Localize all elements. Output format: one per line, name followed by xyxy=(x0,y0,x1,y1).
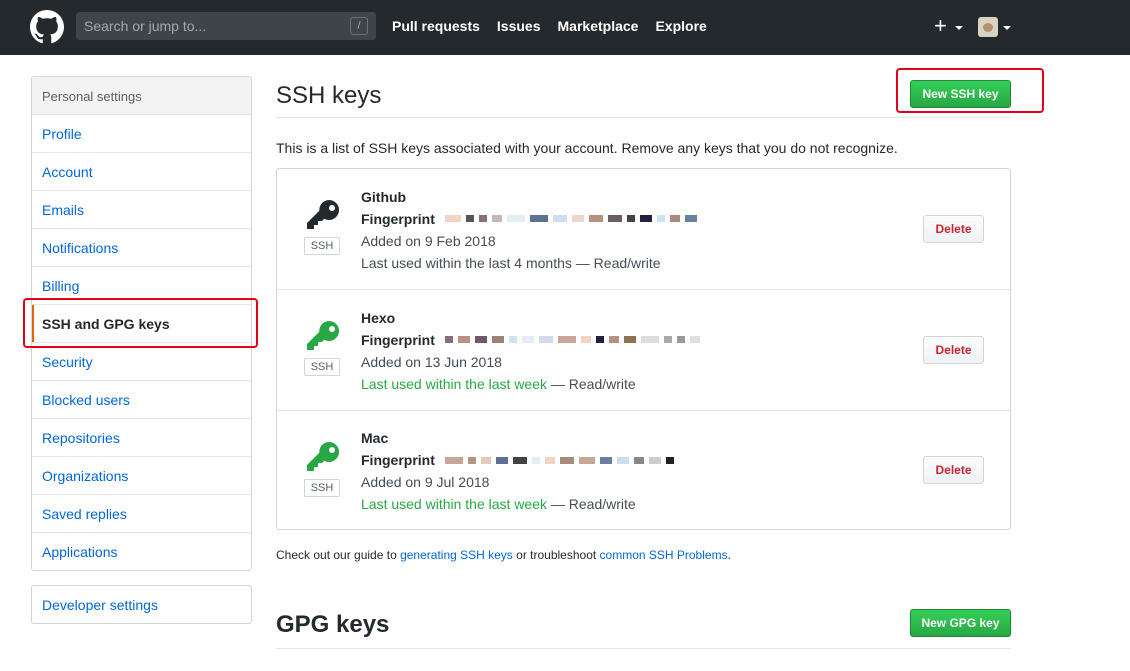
nav-marketplace[interactable]: Marketplace xyxy=(558,18,639,34)
highlight-box-sidebar xyxy=(23,298,258,348)
ssh-intro-text: This is a list of SSH keys associated wi… xyxy=(276,140,898,156)
ssh-badge: SSH xyxy=(304,237,340,255)
key-icon xyxy=(307,441,340,471)
github-logo-icon[interactable] xyxy=(30,10,64,44)
avatar[interactable] xyxy=(978,17,998,37)
key-added-date: Added on 9 Jul 2018 xyxy=(361,474,490,490)
key-icon xyxy=(307,320,340,350)
search-shortcut-badge: / xyxy=(350,17,368,35)
delete-key-button[interactable]: Delete xyxy=(923,215,984,243)
guide-middle: or troubleshoot xyxy=(512,548,600,562)
highlight-box-new-key xyxy=(896,68,1044,113)
ssh-key-row: SSH Hexo Fingerprint Added on 13 Jun 201… xyxy=(277,290,1010,411)
delete-key-button[interactable]: Delete xyxy=(923,456,984,484)
top-header: Search or jump to... / Pull requests Iss… xyxy=(0,0,1130,55)
ssh-badge: SSH xyxy=(304,358,340,376)
sidebar-item-saved-replies[interactable]: Saved replies xyxy=(32,495,251,533)
ssh-badge: SSH xyxy=(304,479,340,497)
ssh-key-list: SSH Github Fingerprint Added on 9 Feb 20… xyxy=(276,168,1011,530)
sidebar-item-developer-settings[interactable]: Developer settings xyxy=(32,586,251,623)
sidebar-item-repositories[interactable]: Repositories xyxy=(32,419,251,457)
sidebar-item-notifications[interactable]: Notifications xyxy=(32,229,251,267)
key-last-used: Last used within the last 4 months — Rea… xyxy=(361,255,661,271)
user-menu-caret-icon[interactable] xyxy=(1003,26,1011,30)
plus-icon[interactable]: + xyxy=(934,15,947,37)
nav-explore[interactable]: Explore xyxy=(655,18,706,34)
sidebar-item-emails[interactable]: Emails xyxy=(32,191,251,229)
ssh-key-row: SSH Mac Fingerprint Added on 9 Jul 2018 … xyxy=(277,411,1010,529)
new-gpg-key-button[interactable]: New GPG key xyxy=(910,609,1011,637)
key-fingerprint-redacted xyxy=(445,336,700,343)
key-fingerprint-label: Fingerprint xyxy=(361,452,435,468)
common-ssh-problems-link[interactable]: common SSH Problems xyxy=(600,548,728,562)
delete-key-button[interactable]: Delete xyxy=(923,336,984,364)
search-placeholder: Search or jump to... xyxy=(84,18,207,34)
sidebar-item-profile[interactable]: Profile xyxy=(32,115,251,153)
guide-prefix: Check out our guide to xyxy=(276,548,401,562)
sidebar-item-account[interactable]: Account xyxy=(32,153,251,191)
sidebar-item-security[interactable]: Security xyxy=(32,343,251,381)
sidebar-item-applications[interactable]: Applications xyxy=(32,533,251,570)
key-last-used-recent: Last used within the last week xyxy=(361,496,547,512)
developer-settings-menu: Developer settings xyxy=(31,585,252,624)
key-fingerprint-redacted xyxy=(445,215,697,222)
sidebar-item-blocked-users[interactable]: Blocked users xyxy=(32,381,251,419)
key-icon xyxy=(307,199,340,229)
guide-suffix: . xyxy=(727,548,731,562)
key-last-used-access: Last used within the last 4 months — Rea… xyxy=(361,255,661,271)
ssh-guide-text: Check out our guide to generating SSH ke… xyxy=(276,548,731,562)
key-last-used: Last used within the last week — Read/wr… xyxy=(361,496,636,512)
key-title: Github xyxy=(361,189,407,205)
sidebar-heading: Personal settings xyxy=(32,77,251,115)
key-last-used-recent: Last used within the last week xyxy=(361,376,547,392)
nav-issues[interactable]: Issues xyxy=(497,18,541,34)
nav-pull-requests[interactable]: Pull requests xyxy=(392,18,480,34)
key-fingerprint-label: Fingerprint xyxy=(361,211,435,227)
key-fingerprint-label: Fingerprint xyxy=(361,332,435,348)
key-added-date: Added on 9 Feb 2018 xyxy=(361,233,496,249)
key-fingerprint-redacted xyxy=(445,457,674,464)
ssh-keys-title: SSH keys xyxy=(276,82,382,109)
header-nav: Pull requests Issues Marketplace Explore xyxy=(392,18,707,34)
gpg-title-divider xyxy=(276,648,1011,649)
new-menu-caret-icon[interactable] xyxy=(955,26,963,30)
key-title: Hexo xyxy=(361,310,396,326)
key-last-used: Last used within the last week — Read/wr… xyxy=(361,376,636,392)
key-last-used-access: — Read/write xyxy=(547,496,636,512)
ssh-title-divider xyxy=(276,117,1011,118)
key-title: Mac xyxy=(361,430,389,446)
key-last-used-access: — Read/write xyxy=(547,376,636,392)
gpg-keys-title: GPG keys xyxy=(276,611,390,638)
key-added-date: Added on 13 Jun 2018 xyxy=(361,354,502,370)
sidebar-item-organizations[interactable]: Organizations xyxy=(32,457,251,495)
generating-ssh-keys-link[interactable]: generating SSH keys xyxy=(400,548,513,562)
search-input[interactable]: Search or jump to... / xyxy=(76,12,376,40)
ssh-key-row: SSH Github Fingerprint Added on 9 Feb 20… xyxy=(277,169,1010,290)
